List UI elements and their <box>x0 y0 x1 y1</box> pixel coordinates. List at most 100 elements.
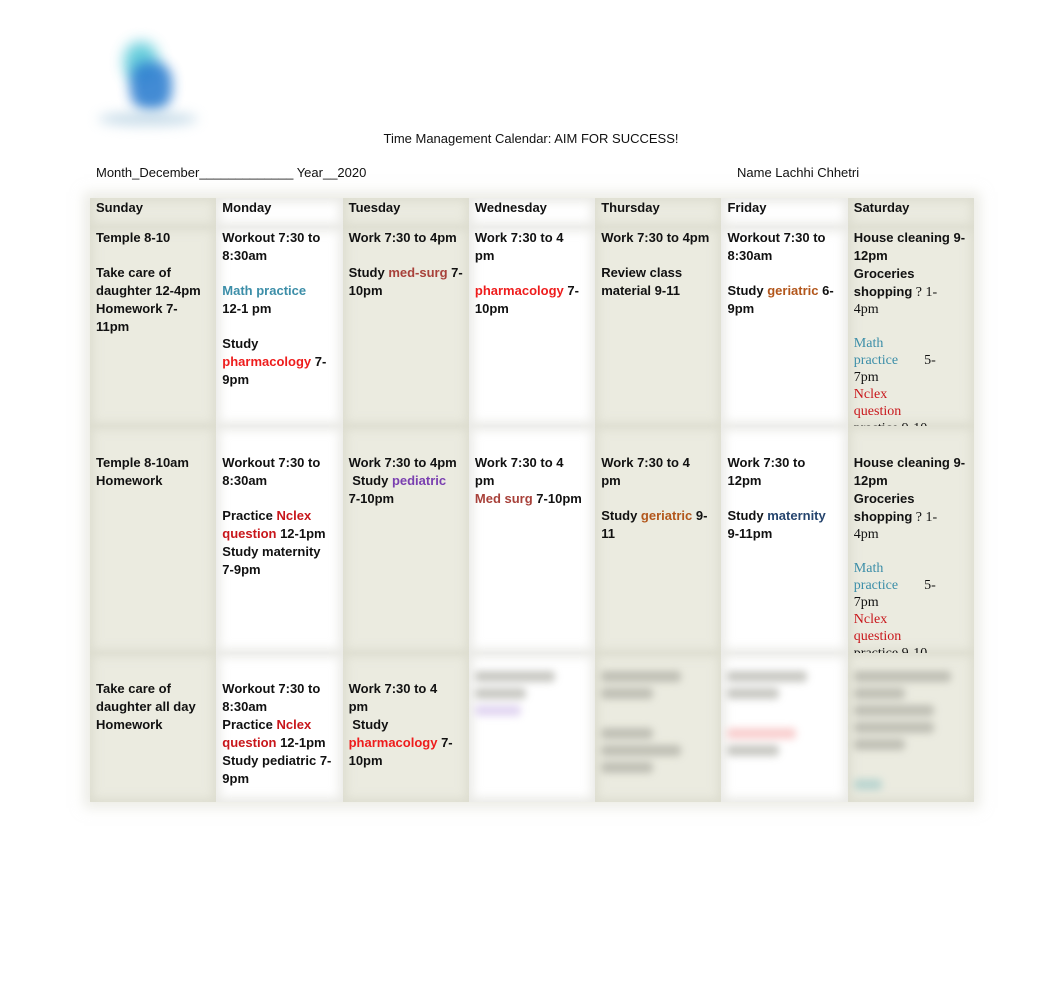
entry: Take care of <box>96 265 171 280</box>
entry: Workout 7:30 to <box>222 455 321 470</box>
entry: 7- <box>437 735 453 750</box>
entry: pm <box>474 473 495 488</box>
entry: 7pm <box>853 595 879 610</box>
entry: Review class <box>601 265 683 280</box>
entry: Groceries <box>853 266 915 281</box>
obscured-content <box>601 671 715 773</box>
calendar-cell-w2-friday[interactable]: Work 7:30 to 12pm Study maternity 9-11pm <box>721 426 848 653</box>
calendar-cell-w3-sunday[interactable]: Take care of daughter all day Homework <box>90 653 217 802</box>
entry: House cleaning 9- <box>853 230 966 245</box>
entry: material 9-11 <box>601 283 680 298</box>
nclex-tag: Nclex <box>276 508 312 523</box>
maternity-tag: maternity <box>767 508 826 523</box>
entry: daughter 12-4pm <box>96 283 201 298</box>
entry: 7-10pm <box>348 491 395 506</box>
calendar-cell-w1-friday[interactable]: Workout 7:30 to 8:30am Study geriatric 6… <box>721 227 848 426</box>
entry: 12-1pm <box>276 735 326 750</box>
nclex-tag: Nclex <box>853 612 888 627</box>
entry: 7pm <box>853 370 879 385</box>
entry: 12pm <box>853 248 888 263</box>
obscured-content <box>474 671 589 716</box>
calendar-cell-w3-monday[interactable]: Workout 7:30 to 8:30am Practice Nclex qu… <box>216 653 343 802</box>
entry: Workout 7:30 to <box>222 681 321 696</box>
pharmacology-tag: pharmacology <box>222 354 312 369</box>
day-header-thursday: Thursday <box>595 198 722 227</box>
calendar-cell-w3-tuesday[interactable]: Work 7:30 to 4 pm Study pharmacology 7- … <box>342 653 469 802</box>
entry: 11pm <box>96 319 130 334</box>
nclex-tag: question <box>222 526 277 541</box>
day-header-monday: Monday <box>216 198 343 227</box>
calendar-cell-w3-wednesday-obscured[interactable] <box>468 653 596 802</box>
pediatric-tag: pediatric <box>391 473 447 488</box>
entry: Study <box>222 336 259 351</box>
calendar-cell-w3-friday-obscured[interactable] <box>721 653 848 802</box>
entry: 9pm <box>222 372 250 387</box>
entry: 7- <box>563 283 579 298</box>
nclex-tag: question <box>853 404 902 419</box>
calendar-cell-w1-saturday[interactable]: House cleaning 9- 12pm Groceries shoppin… <box>847 227 975 436</box>
med-surg-tag: med-surg <box>388 265 448 280</box>
entry: 7-9pm <box>222 562 261 577</box>
entry: daughter all day <box>96 699 196 714</box>
entry: Workout 7:30 to <box>727 230 826 245</box>
entry: 5- <box>924 578 936 593</box>
calendar-cell-w3-saturday-obscured[interactable] <box>847 653 975 802</box>
calendar-cell-w1-sunday[interactable]: Temple 8-10 Take care of daughter 12-4pm… <box>90 227 217 426</box>
obscured-content <box>853 671 968 790</box>
calendar-cell-w2-sunday[interactable]: Temple 8-10am Homework <box>90 426 217 653</box>
entry: Study <box>727 283 768 298</box>
entry: 9- <box>692 508 708 523</box>
calendar-cell-w2-saturday[interactable]: House cleaning 9- 12pm Groceries shoppin… <box>847 426 975 661</box>
day-header-wednesday: Wednesday <box>468 198 596 227</box>
calendar-cell-w1-monday[interactable]: Workout 7:30 to 8:30am Math practice 12-… <box>216 227 343 426</box>
entry: Work 7:30 to 4 <box>601 455 690 470</box>
entry: Study <box>348 265 389 280</box>
day-header-friday: Friday <box>721 198 848 227</box>
calendar-cell-w1-tuesday[interactable]: Work 7:30 to 4pm Study med-surg 7- 10pm <box>342 227 469 426</box>
entry: pm <box>474 248 495 263</box>
entry: Study <box>348 717 389 732</box>
entry: 8:30am <box>222 248 268 263</box>
entry: Study pediatric 7- <box>222 753 332 768</box>
entry: 12-1 pm <box>222 301 272 316</box>
entry: 12pm <box>853 473 888 488</box>
entry: shopping <box>853 284 913 299</box>
entry: 8:30am <box>222 699 268 714</box>
entry: 9-11pm <box>727 526 773 541</box>
calendar-cell-w1-thursday[interactable]: Work 7:30 to 4pm Review class material 9… <box>595 227 722 426</box>
entry: Workout 7:30 to <box>222 230 321 245</box>
entry: 10pm <box>348 283 383 298</box>
entry: Homework <box>96 473 163 488</box>
entry: pm <box>348 699 369 714</box>
entry: ? 1- <box>912 510 938 525</box>
entry: 4pm <box>853 302 879 317</box>
entry: 9pm <box>727 301 755 316</box>
calendar-cell-w1-wednesday[interactable]: Work 7:30 to 4 pm pharmacology 7- 10pm <box>468 227 596 426</box>
calendar-cell-w2-monday[interactable]: Workout 7:30 to 8:30am Practice Nclex qu… <box>216 426 343 653</box>
math-practice-tag: Math <box>853 336 884 351</box>
entry: 11 <box>601 526 615 541</box>
entry: Practice <box>222 717 277 732</box>
organization-logo-icon <box>88 36 206 136</box>
month-year-field: Month_December_____________ Year__2020 <box>96 165 367 180</box>
calendar-cell-w2-wednesday[interactable]: Work 7:30 to 4 pm Med surg 7-10pm <box>468 426 596 653</box>
calendar-cell-w2-tuesday[interactable]: Work 7:30 to 4pm Study pediatric 7-10pm <box>342 426 469 653</box>
entry: 12pm <box>727 473 762 488</box>
pharmacology-tag: pharmacology <box>474 283 564 298</box>
entry: 10pm <box>474 301 509 316</box>
calendar-cell-w3-thursday-obscured[interactable] <box>595 653 722 802</box>
entry: Study <box>601 508 641 523</box>
day-header-saturday: Saturday <box>847 198 975 227</box>
nclex-tag: question <box>853 629 902 644</box>
entry: shopping <box>853 509 913 524</box>
geriatric-tag: geriatric <box>640 508 693 523</box>
entry: 4pm <box>853 527 879 542</box>
entry: ? 1- <box>912 285 938 300</box>
nclex-tag: question <box>222 735 277 750</box>
geriatric-tag: geriatric <box>767 283 819 298</box>
nclex-tag: Nclex <box>276 717 312 732</box>
entry: Homework <box>96 717 163 732</box>
calendar-cell-w2-thursday[interactable]: Work 7:30 to 4 pm Study geriatric 9- 11 <box>595 426 722 653</box>
page-title: Time Management Calendar: AIM FOR SUCCES… <box>383 131 679 146</box>
entry: Work 7:30 to 4pm <box>348 455 457 470</box>
